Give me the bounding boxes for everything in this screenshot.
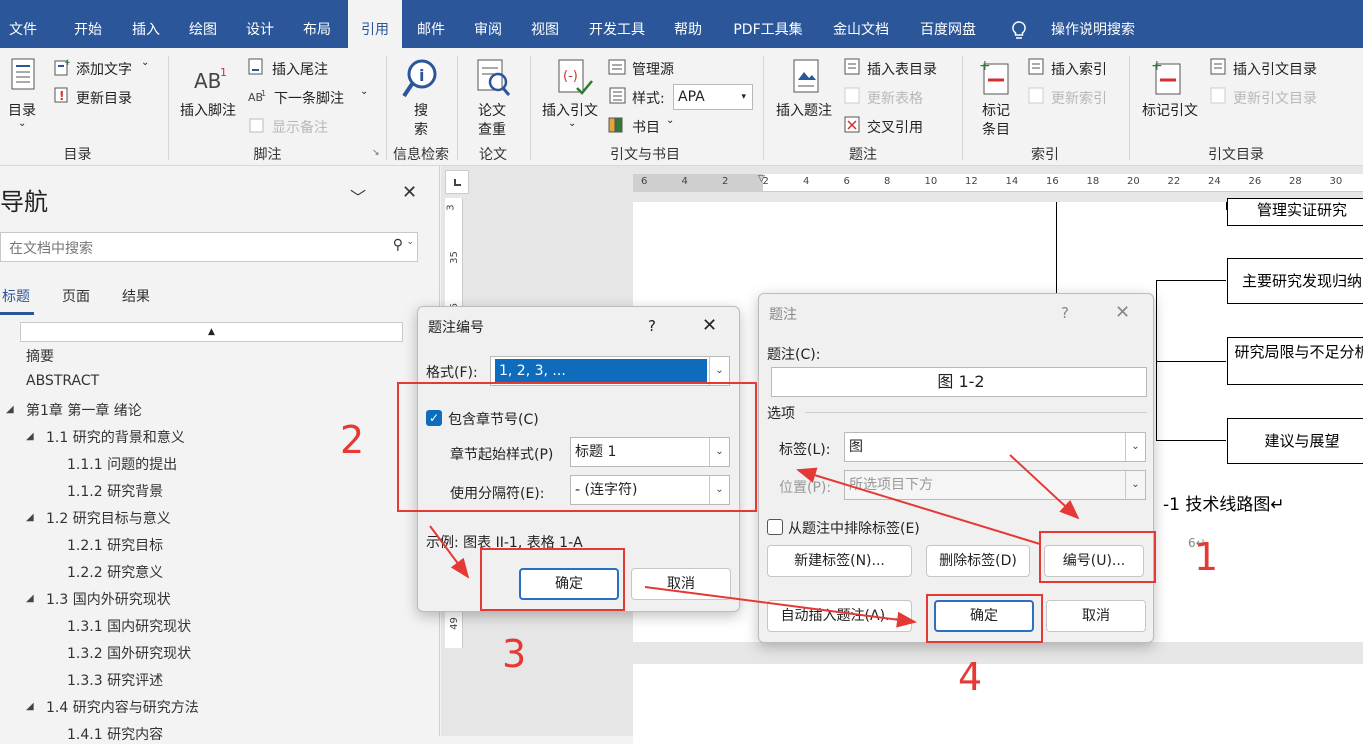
arrow-3 — [429, 525, 470, 579]
arrow-2 — [796, 467, 1041, 545]
arrow-1 — [1009, 454, 1080, 520]
arrow-4 — [644, 586, 917, 628]
annotation-arrows — [429, 454, 1080, 628]
